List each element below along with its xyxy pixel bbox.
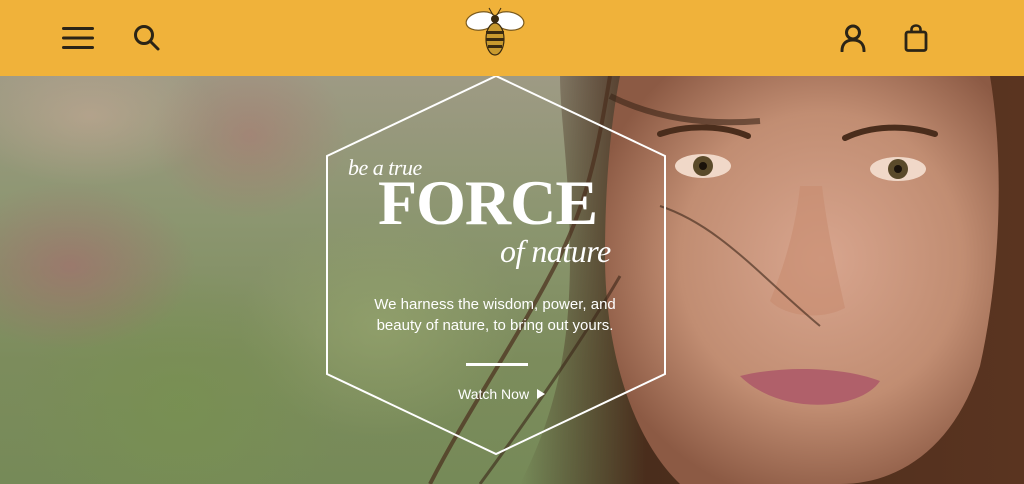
hero-portrait-image <box>428 76 1024 484</box>
site-header <box>0 0 1024 76</box>
hero-copy-line-2: beauty of nature, to bring out yours. <box>376 317 614 334</box>
shopping-bag-icon <box>904 24 928 52</box>
user-account-icon <box>840 24 866 52</box>
search-button[interactable] <box>125 16 169 60</box>
hamburger-menu-icon <box>62 27 94 49</box>
hero-banner: be a true FORCE of nature We harness the… <box>0 76 1024 484</box>
hero-copy-line-1: We harness the wisdom, power, and <box>374 296 616 313</box>
hero-divider <box>466 363 528 366</box>
bee-logo[interactable] <box>464 5 526 61</box>
account-button[interactable] <box>831 16 875 60</box>
watch-now-link[interactable]: Watch Now <box>458 384 546 404</box>
search-icon <box>134 25 160 51</box>
watch-now-label: Watch Now <box>458 386 530 402</box>
tagline-force: FORCE <box>378 167 598 238</box>
menu-button[interactable] <box>56 16 100 60</box>
bee-icon <box>465 7 525 56</box>
hero-description: We harness the wisdom, power, and beauty… <box>340 294 650 336</box>
tagline-of-nature: of nature <box>500 233 611 269</box>
shopping-bag-button[interactable] <box>894 16 938 60</box>
play-triangle-icon <box>537 389 546 399</box>
